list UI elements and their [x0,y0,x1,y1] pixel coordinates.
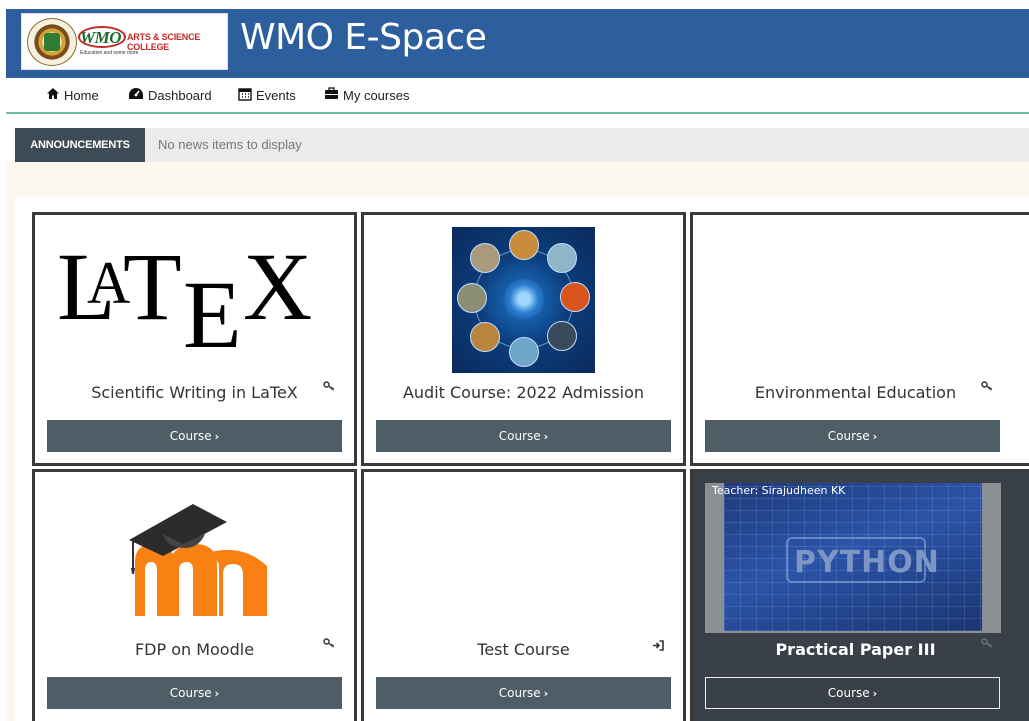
dashboard-icon [128,87,144,103]
course-title[interactable]: Environmental Education [693,383,1018,402]
course-card[interactable]: FDP on Moodle Course › [32,469,357,721]
course-button[interactable]: Course › [376,677,671,709]
course-button-label: Course [498,686,541,700]
announcements-text: No news items to display [158,137,302,152]
nav-home[interactable]: Home [46,87,99,103]
course-card[interactable]: PYTHON Teacher: Sirajudheen KK Practical… [690,469,1029,721]
sign-in-icon [652,640,664,654]
nav-my-courses-label: My courses [343,87,410,103]
announcements-label[interactable]: ANNOUNCEMENTS [15,128,145,162]
logo-tagline: Education and some more [80,50,139,56]
course-title[interactable]: Practical Paper III [693,640,1018,659]
course-button-label: Course [498,429,541,443]
course-card[interactable]: Environmental Education Course › [690,212,1029,466]
announcements-bar: ANNOUNCEMENTS No news items to display [15,128,1029,162]
nav-dashboard[interactable]: Dashboard [128,87,212,103]
course-button-label: Course [827,686,870,700]
course-title[interactable]: FDP on Moodle [35,640,354,659]
python-text: PYTHON [794,545,940,580]
college-logo[interactable]: WMO ARTS & SCIENCE COLLEGE Education and… [21,13,228,70]
logo-name: WMO [80,28,122,47]
logo-college-name: ARTS & SCIENCE COLLEGE [127,32,201,52]
course-button-label: Course [169,429,212,443]
calendar-icon [238,87,252,104]
course-button[interactable]: Course › [47,677,342,709]
course-image [452,227,595,373]
key-icon [323,637,335,651]
key-icon [981,380,993,394]
course-title[interactable]: Audit Course: 2022 Admission [364,383,683,402]
chevron-right-icon: › [872,686,878,700]
brain-image [504,279,544,319]
course-button[interactable]: Course › [47,420,342,452]
chevron-right-icon: › [543,429,549,443]
course-button[interactable]: Course › [705,677,1000,709]
main-navbar: Home Dashboard Events My courses [6,78,1029,114]
chevron-right-icon: › [872,429,878,443]
image-thumb [509,230,539,260]
site-header: WMO ARTS & SCIENCE COLLEGE Education and… [6,9,1029,78]
course-button-label: Course [169,686,212,700]
python-banner: PYTHON [724,483,982,631]
top-gap [0,0,1029,9]
image-thumb [509,337,539,367]
image-thumb [470,243,500,273]
latex-logo: LATEX [57,233,313,368]
key-icon [981,637,993,651]
image-thumb [547,243,577,273]
briefcase-icon [324,87,339,103]
image-thumb [547,321,577,351]
teacher-label: Teacher: Sirajudheen KK [712,484,846,497]
key-icon [323,380,335,394]
course-card[interactable]: LATEX Scientific Writing in LaTeX Course… [32,212,357,466]
site-title[interactable]: WMO E-Space [240,17,487,58]
chevron-right-icon: › [214,429,220,443]
nav-my-courses[interactable]: My courses [324,87,409,103]
course-image: PYTHON [705,483,1001,633]
chevron-right-icon: › [543,686,549,700]
course-button[interactable]: Course › [705,420,1000,452]
home-icon [46,87,60,103]
college-emblem-icon [27,18,77,66]
course-title[interactable]: Test Course [364,640,683,659]
nav-home-label: Home [64,87,99,103]
course-button[interactable]: Course › [376,420,671,452]
nav-dashboard-label: Dashboard [148,87,212,103]
nav-events[interactable]: Events [238,87,296,104]
course-title[interactable]: Scientific Writing in LaTeX [35,383,354,402]
moodle-logo [123,504,273,616]
course-button-label: Course [827,429,870,443]
image-thumb [457,283,487,313]
nav-events-label: Events [256,88,296,103]
course-card[interactable]: Test Course Course › [361,469,686,721]
course-card[interactable]: Audit Course: 2022 Admission Course › [361,212,686,466]
image-thumb [470,322,500,352]
image-thumb [560,282,590,312]
chevron-right-icon: › [214,686,220,700]
